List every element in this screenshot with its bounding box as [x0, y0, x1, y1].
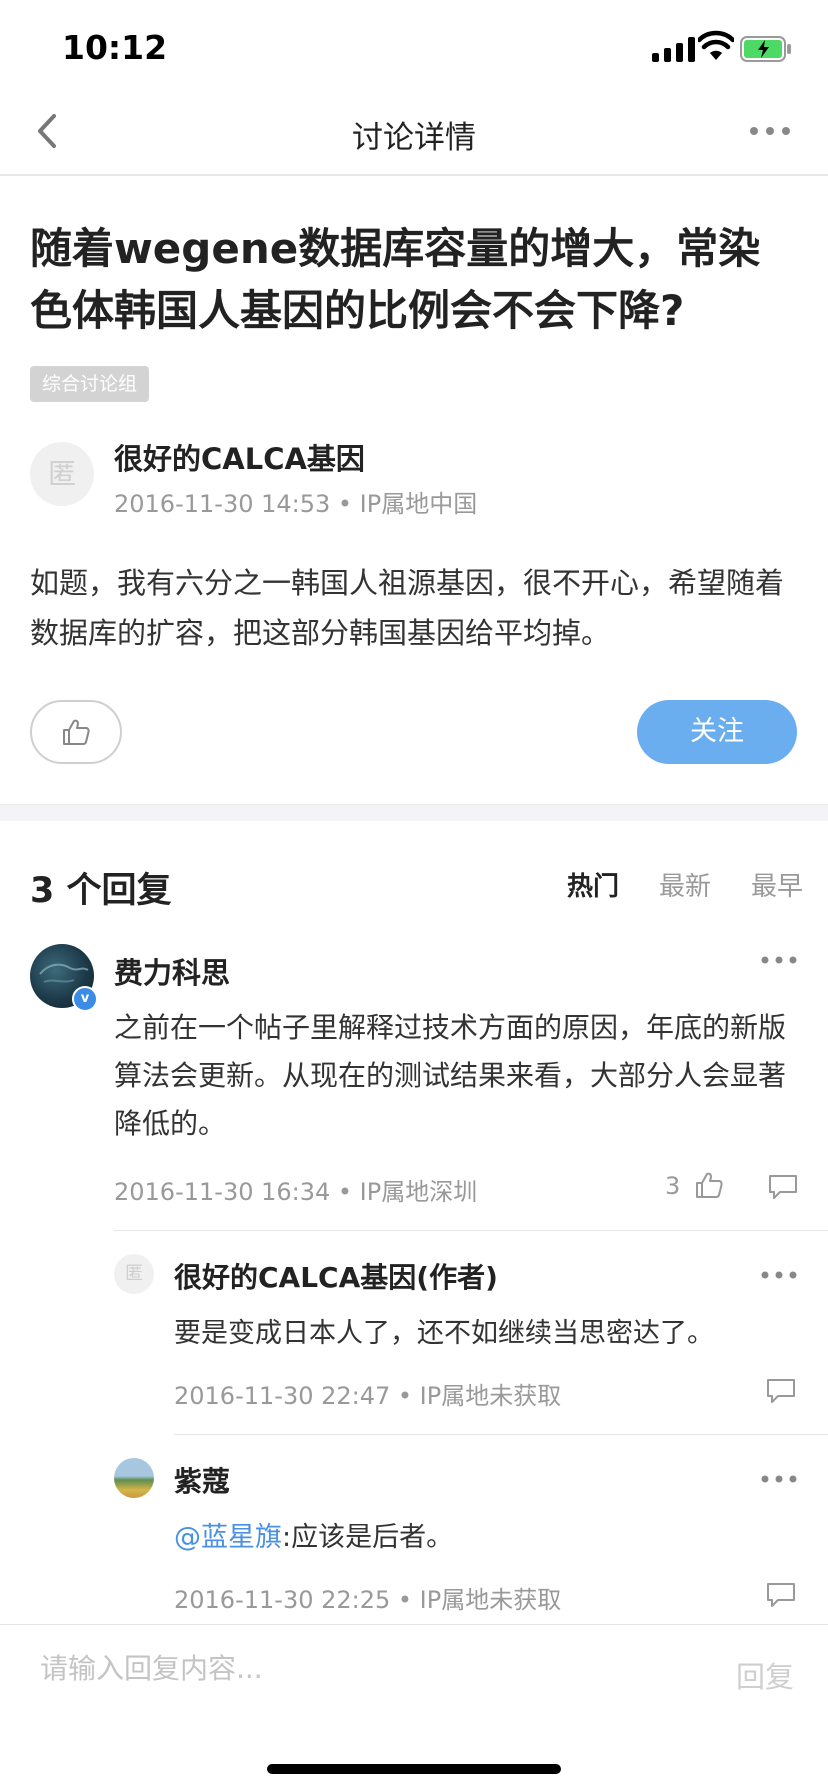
verified-icon: v [72, 986, 98, 1012]
follow-button[interactable]: 关注 [637, 700, 797, 764]
reply-input[interactable] [40, 1652, 600, 1685]
status-time: 10:12 [62, 28, 168, 67]
comment-icon[interactable] [766, 1582, 796, 1608]
send-reply-button[interactable]: 回复 [736, 1654, 794, 1696]
divider [114, 1230, 828, 1231]
sub-reply-body: @蓝星旗:应该是后者。 [174, 1514, 794, 1562]
author-avatar[interactable]: 匿 [30, 442, 94, 506]
nav-divider [0, 174, 828, 176]
post-title: 随着wegene数据库容量的增大，常染色体韩国人基因的比例会不会下降? [30, 224, 761, 335]
comment-more-icon[interactable] [760, 1270, 798, 1280]
thumbs-up-icon[interactable] [694, 1170, 724, 1200]
sub-reply-meta: 2016-11-30 22:47 • IP属地未获取 [174, 1382, 562, 1410]
like-button[interactable] [30, 700, 122, 764]
comment-icon[interactable] [768, 1174, 798, 1200]
post-body: 如题，我有六分之一韩国人祖源基因，很不开心，希望随着数据库的扩容，把这部分韩国基… [30, 566, 785, 650]
comment-body: 之前在一个帖子里解释过技术方面的原因，年底的新版算法会更新。从现在的测试结果来看… [114, 1011, 787, 1140]
post-meta: 2016-11-30 14:53 • IP属地中国 [114, 490, 478, 518]
tab-oldest[interactable]: 最早 [751, 866, 803, 903]
avatar[interactable]: 匿 [114, 1254, 154, 1294]
replies-count: 3 个回复 [30, 871, 172, 911]
battery-icon [740, 36, 791, 62]
home-indicator[interactable] [267, 1764, 561, 1774]
sub-reply-meta: 2016-11-30 22:25 • IP属地未获取 [174, 1586, 562, 1614]
avatar[interactable] [114, 1458, 154, 1498]
tab-hot[interactable]: 热门 [567, 866, 619, 903]
section-divider [0, 804, 828, 821]
comment-more-icon[interactable] [760, 1474, 798, 1484]
comment-author-name[interactable]: 费力科思 [114, 950, 230, 992]
page-title: 讨论详情 [352, 120, 476, 156]
sub-reply-text: :应该是后者。 [282, 1522, 454, 1553]
sub-reply-body: 要是变成日本人了，还不如继续当思密达了。 [174, 1318, 714, 1349]
sub-reply-author-name[interactable]: 紫蔻 [174, 1460, 230, 1500]
comment-more-icon[interactable] [760, 955, 798, 965]
mention-link[interactable]: @蓝星旗 [174, 1522, 282, 1553]
input-divider [0, 1624, 828, 1625]
comment-icon[interactable] [766, 1378, 796, 1404]
sub-reply-author-name[interactable]: 很好的CALCA基因(作者) [174, 1256, 498, 1296]
like-count: 3 [665, 1172, 681, 1200]
wifi-icon [698, 30, 734, 60]
comment-meta: 2016-11-30 16:34 • IP属地深圳 [114, 1178, 478, 1206]
group-tag[interactable]: 综合讨论组 [30, 366, 150, 402]
more-icon[interactable] [748, 124, 792, 138]
divider [174, 1434, 828, 1435]
thumbs-up-icon [63, 719, 90, 745]
tab-newest[interactable]: 最新 [659, 866, 711, 903]
signal-icon [652, 36, 695, 62]
author-name[interactable]: 很好的CALCA基因 [114, 436, 365, 478]
